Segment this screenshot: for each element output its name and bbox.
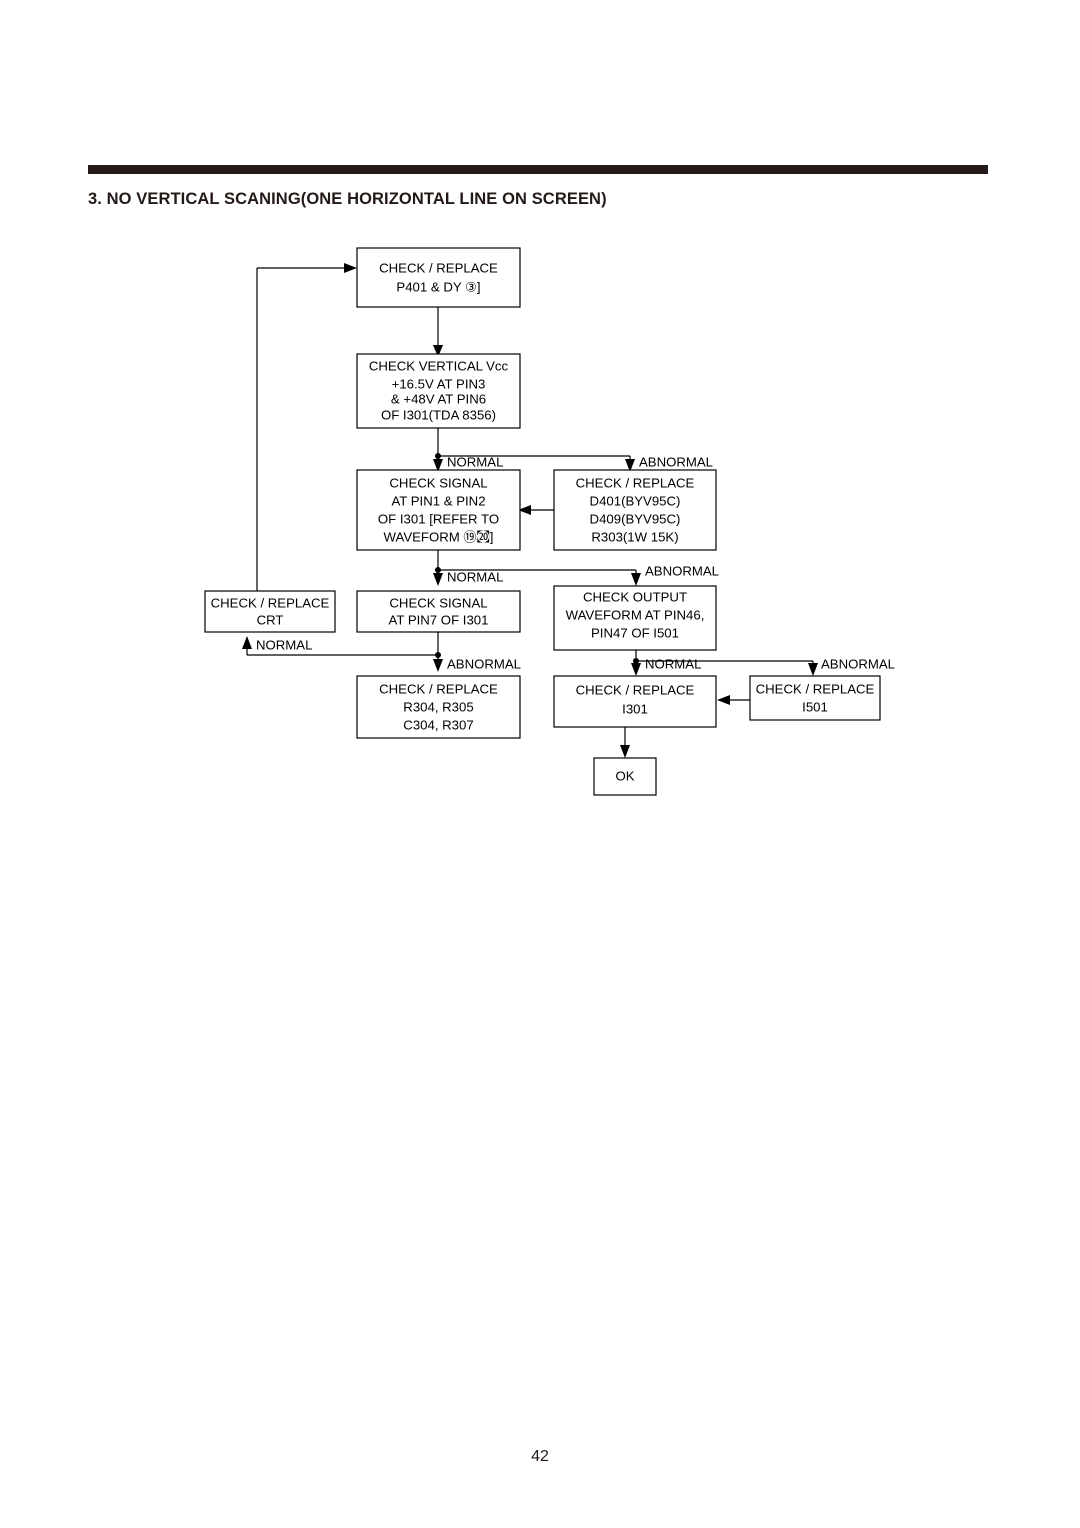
node-check-signal-pin1-pin2: CHECK SIGNAL AT PIN1 & PIN2 OF I301 [REF… bbox=[356, 469, 521, 551]
node-n3-line-3: WAVEFORM ⑲㉉] bbox=[384, 529, 494, 544]
node-n2-line-3: OF I301(TDA 8356) bbox=[381, 407, 496, 422]
edge-label-normal-crt: NORMAL bbox=[256, 637, 312, 652]
arrowhead-n3-abnormal bbox=[631, 573, 641, 586]
node-check-output-waveform-i501: CHECK OUTPUT WAVEFORM AT PIN46, PIN47 OF… bbox=[553, 585, 717, 651]
arrowhead-n3-normal bbox=[433, 573, 443, 586]
arrowhead-n6-abnormal bbox=[433, 659, 443, 672]
node-n9-line-0: CHECK / REPLACE bbox=[576, 682, 695, 697]
edge-label-abnormal-vcc: ABNORMAL bbox=[639, 454, 713, 469]
arrowhead-n10-n9 bbox=[717, 695, 730, 705]
node-box-n1 bbox=[356, 247, 521, 308]
edge-label-abnormal-signal12: ABNORMAL bbox=[645, 563, 719, 578]
node-n2-line-2: & +48V AT PIN6 bbox=[391, 391, 486, 406]
arrowhead-return-to-n1 bbox=[344, 263, 357, 273]
node-n8-line-1: R304, R305 bbox=[403, 699, 473, 714]
flowchart-container: CHECK / REPLACE P401 & DY ③] CHECK VERTI… bbox=[0, 0, 1080, 1528]
node-check-replace-i501: CHECK / REPLACE I501 bbox=[749, 675, 881, 721]
node-n1-line-0: CHECK / REPLACE bbox=[379, 260, 498, 275]
page-number: 42 bbox=[531, 1448, 549, 1465]
node-n2-line-0: CHECK VERTICAL Vcc bbox=[369, 358, 509, 373]
node-check-vertical-vcc: CHECK VERTICAL Vcc +16.5V AT PIN3 & +48V… bbox=[356, 353, 521, 429]
node-n3-line-2: OF I301 [REFER TO bbox=[378, 511, 499, 526]
arrowhead-n7-normal bbox=[631, 663, 641, 676]
node-n3-line-1: AT PIN1 & PIN2 bbox=[391, 493, 485, 508]
node-n4-line-2: D409(BYV95C) bbox=[590, 511, 681, 526]
node-n8-line-2: C304, R307 bbox=[403, 717, 473, 732]
node-ok-line-0: OK bbox=[615, 768, 634, 783]
edge-label-normal-signal12: NORMAL bbox=[447, 569, 503, 584]
node-n9-line-1: I301 bbox=[622, 701, 648, 716]
node-n6-line-1: AT PIN7 OF I301 bbox=[389, 612, 489, 627]
node-n1-line-1: P401 & DY ③] bbox=[396, 279, 480, 294]
arrowhead-n7-abnormal bbox=[808, 663, 818, 676]
node-check-replace-crt: CHECK / REPLACE CRT bbox=[204, 590, 336, 633]
node-check-signal-pin7: CHECK SIGNAL AT PIN7 OF I301 bbox=[356, 590, 521, 633]
node-check-replace-d401-d409-r303: CHECK / REPLACE D401(BYV95C) D409(BYV95C… bbox=[553, 469, 717, 551]
edge-label-abnormal-pin7: ABNORMAL bbox=[447, 656, 521, 671]
node-n6-line-0: CHECK SIGNAL bbox=[389, 595, 487, 610]
node-n10-line-1: I501 bbox=[802, 699, 828, 714]
node-n5-line-1: CRT bbox=[257, 612, 284, 627]
node-ok-terminal: OK bbox=[593, 757, 657, 796]
arrowhead-n9-ok bbox=[620, 745, 630, 758]
node-n4-line-1: D401(BYV95C) bbox=[590, 493, 681, 508]
node-check-replace-r304-r305-c304-r307: CHECK / REPLACE R304, R305 C304, R307 bbox=[356, 675, 521, 739]
manual-page: 3. NO VERTICAL SCANING(ONE HORIZONTAL LI… bbox=[0, 0, 1080, 1528]
node-n7-line-2: PIN47 OF I501 bbox=[591, 625, 679, 640]
node-n7-line-1: WAVEFORM AT PIN46, bbox=[566, 607, 705, 622]
node-n2-line-1: +16.5V AT PIN3 bbox=[392, 376, 486, 391]
node-n5-line-0: CHECK / REPLACE bbox=[211, 595, 330, 610]
edge-label-normal-vcc: NORMAL bbox=[447, 454, 503, 469]
edge-label-normal-output: NORMAL bbox=[645, 656, 701, 671]
node-n4-line-3: R303(1W 15K) bbox=[591, 529, 678, 544]
node-n8-line-0: CHECK / REPLACE bbox=[379, 681, 498, 696]
flowchart-svg: CHECK / REPLACE P401 & DY ③] CHECK VERTI… bbox=[204, 247, 895, 796]
node-check-replace-i301: CHECK / REPLACE I301 bbox=[553, 675, 717, 728]
node-n7-line-0: CHECK OUTPUT bbox=[583, 589, 687, 604]
node-check-replace-p401-dy: CHECK / REPLACE P401 & DY ③] bbox=[356, 247, 521, 308]
node-n4-line-0: CHECK / REPLACE bbox=[576, 475, 695, 490]
node-n10-line-0: CHECK / REPLACE bbox=[756, 681, 875, 696]
node-n3-line-0: CHECK SIGNAL bbox=[389, 475, 487, 490]
arrowhead-n6-normal bbox=[242, 636, 252, 649]
edge-label-abnormal-output: ABNORMAL bbox=[821, 656, 895, 671]
